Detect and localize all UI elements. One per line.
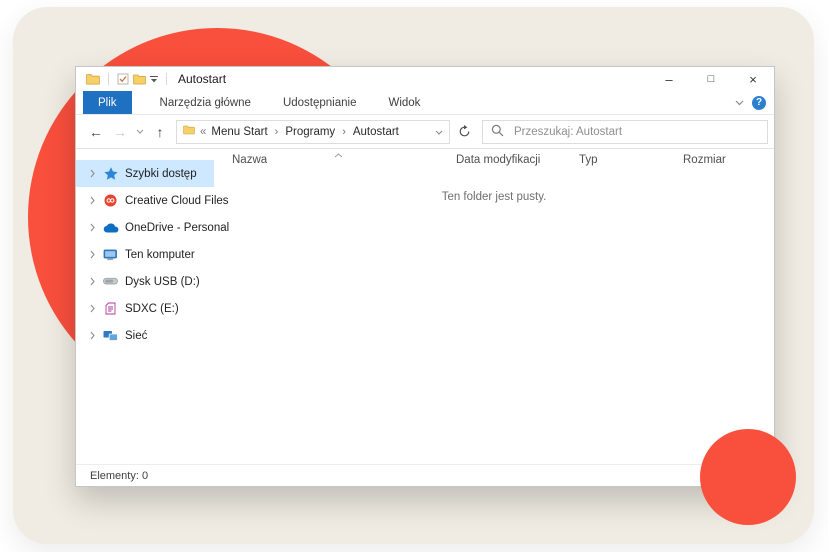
sidebar-item-label: Dysk USB (D:) xyxy=(125,276,200,288)
expand-chevron-icon[interactable] xyxy=(86,277,98,286)
expand-chevron-icon[interactable] xyxy=(86,304,98,313)
forward-button[interactable]: → xyxy=(108,120,132,144)
expand-chevron-icon[interactable] xyxy=(86,250,98,259)
sidebar-item-label: Sieć xyxy=(125,330,147,342)
computer-icon xyxy=(102,247,119,262)
column-headers: Nazwa Data modyfikacji Typ Rozmiar xyxy=(214,148,774,174)
navigation-pane: Szybki dostęp Creative Cloud Files OneDr… xyxy=(76,148,214,465)
address-bar[interactable]: « Menu Start › Programy › Autostart xyxy=(176,120,450,144)
sidebar-item-sdxc[interactable]: SDXC (E:) xyxy=(76,295,214,322)
divider xyxy=(166,73,167,85)
qat-properties-checkbox-icon[interactable] xyxy=(117,73,129,85)
breadcrumb-overflow-chevron[interactable]: « xyxy=(200,126,206,138)
sidebar-item-quick-access[interactable]: Szybki dostęp xyxy=(76,160,214,187)
column-header-date-modified[interactable]: Data modyfikacji xyxy=(456,154,540,166)
title-bar: Autostart – □ × xyxy=(76,67,774,91)
sidebar-item-network[interactable]: Sieć xyxy=(76,322,214,349)
status-bar: Elementy: 0 xyxy=(76,464,774,486)
sidebar-item-label: Ten komputer xyxy=(125,249,195,261)
sd-card-icon xyxy=(102,301,119,316)
column-header-size[interactable]: Rozmiar xyxy=(683,154,726,166)
sidebar-item-this-pc[interactable]: Ten komputer xyxy=(76,241,214,268)
expand-chevron-icon[interactable] xyxy=(86,223,98,232)
search-icon xyxy=(491,124,504,140)
window-controls: – □ × xyxy=(648,67,774,91)
network-icon xyxy=(102,328,119,343)
close-button[interactable]: × xyxy=(732,67,774,91)
column-header-type[interactable]: Typ xyxy=(579,154,598,166)
usb-drive-icon xyxy=(102,274,119,289)
qat-customize-caret-icon[interactable] xyxy=(150,76,158,83)
tab-view[interactable]: Widok xyxy=(384,91,424,114)
search-input[interactable] xyxy=(512,125,759,139)
tab-home[interactable]: Narzędzia główne xyxy=(156,91,255,114)
sidebar-item-onedrive[interactable]: OneDrive - Personal xyxy=(76,214,214,241)
address-dropdown-chevron-icon[interactable] xyxy=(435,126,443,138)
folder-icon xyxy=(86,73,100,85)
empty-folder-message: Ten folder jest pusty. xyxy=(214,191,774,203)
file-list-area: Nazwa Data modyfikacji Typ Rozmiar Ten f… xyxy=(214,148,774,465)
help-icon[interactable]: ? xyxy=(752,96,766,110)
tab-file[interactable]: Plik xyxy=(83,91,132,114)
maximize-button[interactable]: □ xyxy=(690,67,732,91)
tab-share[interactable]: Udostępnianie xyxy=(279,91,361,114)
breadcrumb-segment-menu-start[interactable]: Menu Start xyxy=(211,126,267,138)
ribbon-right-controls: ? xyxy=(735,91,766,114)
search-box[interactable] xyxy=(482,120,768,144)
onedrive-cloud-icon xyxy=(102,220,119,235)
breadcrumb-segment-programy[interactable]: Programy xyxy=(285,126,335,138)
breadcrumb-segment-autostart[interactable]: Autostart xyxy=(353,126,399,138)
sidebar-item-creative-cloud[interactable]: Creative Cloud Files xyxy=(76,187,214,214)
items-count: Elementy: 0 xyxy=(90,470,148,482)
ribbon-tab-bar: Plik Narzędzia główne Udostępnianie Wido… xyxy=(76,91,774,115)
main-content: Szybki dostęp Creative Cloud Files OneDr… xyxy=(76,148,774,465)
sidebar-item-label: SDXC (E:) xyxy=(125,303,179,315)
address-folder-icon xyxy=(183,125,195,138)
minimize-button[interactable]: – xyxy=(648,67,690,91)
expand-chevron-icon[interactable] xyxy=(86,196,98,205)
sidebar-item-usb-drive[interactable]: Dysk USB (D:) xyxy=(76,268,214,295)
quick-access-star-icon xyxy=(102,166,119,181)
sidebar-item-label: Szybki dostęp xyxy=(125,168,197,180)
expand-chevron-icon[interactable] xyxy=(86,169,98,178)
creative-cloud-icon xyxy=(102,193,119,208)
decorative-red-circle-bottom-right xyxy=(700,429,796,525)
column-header-name[interactable]: Nazwa xyxy=(232,154,267,166)
expand-chevron-icon[interactable] xyxy=(86,331,98,340)
up-button[interactable]: ↑ xyxy=(148,120,172,144)
window-title: Autostart xyxy=(178,72,226,86)
back-button[interactable]: ← xyxy=(84,120,108,144)
breadcrumb-separator: › xyxy=(342,126,346,138)
explorer-window: Autostart – □ × Plik Narzędzia główne Ud… xyxy=(75,66,775,487)
recent-locations-chevron-icon[interactable] xyxy=(132,120,148,144)
sort-ascending-chevron-icon[interactable] xyxy=(334,149,343,161)
refresh-icon[interactable] xyxy=(450,120,478,144)
breadcrumb-separator: › xyxy=(275,126,279,138)
qat-new-folder-icon[interactable] xyxy=(133,74,146,85)
navigation-bar: ← → ↑ « Menu Start › Programy › Autostar… xyxy=(76,115,774,149)
collapse-ribbon-chevron-icon[interactable] xyxy=(735,97,744,109)
divider xyxy=(108,73,109,85)
sidebar-item-label: Creative Cloud Files xyxy=(125,195,229,207)
